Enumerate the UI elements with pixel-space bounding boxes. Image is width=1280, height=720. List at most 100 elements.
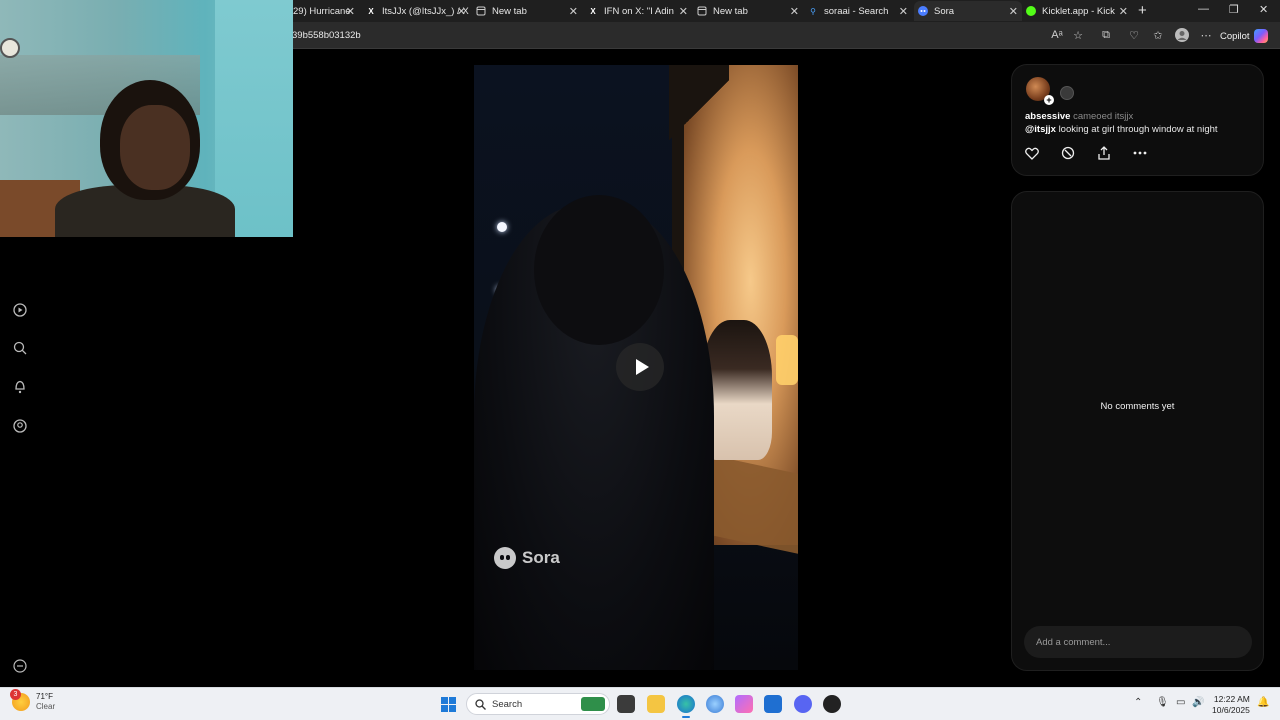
video-window-frame-diagonal bbox=[669, 65, 729, 155]
heart-icon[interactable] bbox=[1024, 145, 1040, 161]
chevron-up-icon[interactable]: ⌃ bbox=[1134, 697, 1142, 708]
design-app-icon[interactable] bbox=[735, 695, 753, 713]
cameo-line: absessive cameoed itsjjx bbox=[1025, 111, 1133, 122]
copilot-label: Copilot bbox=[1220, 30, 1250, 42]
app-icon[interactable] bbox=[706, 695, 724, 713]
remix-icon[interactable] bbox=[1060, 145, 1076, 161]
tab-sora[interactable]: Sora ✕ bbox=[914, 1, 1022, 21]
share-icon[interactable] bbox=[1096, 145, 1112, 161]
tab-title: Kicklet.app - Kick C bbox=[1042, 5, 1118, 17]
play-icon bbox=[635, 359, 649, 375]
mention-link[interactable]: @itsjjx bbox=[1025, 124, 1056, 135]
windows-logo-tile bbox=[449, 697, 456, 704]
comments-panel: No comments yet bbox=[1011, 191, 1264, 671]
close-icon[interactable]: ✕ bbox=[346, 5, 355, 18]
close-window-button[interactable]: ✕ bbox=[1259, 3, 1268, 16]
weather-temp: 71°F bbox=[36, 692, 53, 701]
tab-title: New tab bbox=[713, 5, 748, 17]
close-icon[interactable]: ✕ bbox=[1009, 5, 1018, 18]
video-player[interactable]: Sora bbox=[474, 65, 798, 670]
kicklet-icon bbox=[1026, 6, 1036, 16]
username-link[interactable]: absessive bbox=[1025, 111, 1070, 122]
clock-time: 12:22 AM bbox=[1213, 694, 1250, 704]
video-streetlight bbox=[497, 222, 507, 232]
profile-avatar-icon[interactable] bbox=[1175, 28, 1189, 42]
windows-logo-tile bbox=[441, 697, 448, 704]
tab-new-tab-1[interactable]: New tab ✕ bbox=[476, 1, 582, 21]
more-icon[interactable] bbox=[12, 658, 28, 674]
post-caption: @itsjjx looking at girl through window a… bbox=[1025, 124, 1218, 135]
bell-icon[interactable] bbox=[12, 378, 28, 394]
close-icon[interactable]: ✕ bbox=[790, 5, 799, 18]
edge-icon[interactable] bbox=[677, 695, 695, 718]
tab-itsjjx-x[interactable]: X ItsJJx (@ItsJJx_) / X ✕ bbox=[366, 1, 470, 21]
task-view-icon[interactable] bbox=[617, 695, 635, 713]
no-comments-text: No comments yet bbox=[1100, 401, 1175, 412]
tab-title: 29) Hurricane bbox=[293, 5, 351, 17]
video-man-head bbox=[534, 195, 664, 345]
system-clock[interactable]: 12:22 AM 10/6/2025 bbox=[1212, 694, 1250, 716]
obs-icon[interactable] bbox=[823, 695, 841, 713]
extensions-icon[interactable]: ⧉ bbox=[1099, 28, 1113, 42]
read-aloud-icon[interactable]: Aᵃ bbox=[1050, 28, 1064, 42]
webcam-clock bbox=[0, 38, 20, 58]
search-highlight-icon bbox=[581, 697, 605, 711]
more-icon[interactable] bbox=[1132, 145, 1148, 161]
tab-new-tab-2[interactable]: New tab ✕ bbox=[697, 1, 803, 21]
microphone-icon[interactable]: 🎙 bbox=[1156, 697, 1169, 708]
close-icon[interactable]: ✕ bbox=[569, 5, 578, 18]
search-icon: ⚲ bbox=[810, 6, 816, 16]
minimize-button[interactable]: — bbox=[1198, 3, 1209, 15]
discord-icon[interactable] bbox=[794, 695, 812, 713]
tab-title: ItsJJx (@ItsJJx_) / X bbox=[382, 5, 469, 17]
sora-watermark-text: Sora bbox=[522, 548, 560, 567]
tab-title: IFN on X: "I Adin R bbox=[604, 5, 674, 17]
close-icon[interactable]: ✕ bbox=[457, 5, 466, 18]
follow-plus-icon[interactable]: + bbox=[1044, 95, 1054, 105]
post-info-panel: + absessive cameoed itsjjx @itsjjx looki… bbox=[1011, 64, 1264, 176]
cameo-avatar[interactable] bbox=[1060, 86, 1074, 100]
file-explorer-icon[interactable] bbox=[647, 695, 665, 713]
restore-button[interactable]: ❐ bbox=[1229, 3, 1239, 16]
webcam-overlay bbox=[0, 0, 293, 237]
close-icon[interactable]: ✕ bbox=[1119, 5, 1128, 18]
copilot-button[interactable]: Copilot bbox=[1220, 28, 1268, 44]
sora-logo-icon bbox=[494, 547, 516, 569]
tab-kicklet[interactable]: Kicklet.app - Kick C ✕ bbox=[1026, 1, 1132, 21]
play-icon[interactable] bbox=[12, 302, 28, 318]
notification-badge: 3 bbox=[10, 689, 21, 700]
newtab-icon bbox=[697, 6, 707, 16]
browser-essentials-icon[interactable]: ♡ bbox=[1127, 28, 1141, 42]
tab-hurricane[interactable]: 29) Hurricane ✕ bbox=[293, 1, 359, 21]
sora-watermark: Sora bbox=[494, 547, 560, 569]
settings-more-icon[interactable]: ⋯ bbox=[1199, 28, 1213, 42]
tab-ifn-x[interactable]: X IFN on X: "I Adin R ✕ bbox=[588, 1, 692, 21]
caption-text: looking at girl through window at night bbox=[1058, 124, 1218, 135]
copilot-icon bbox=[1253, 29, 1268, 43]
search-icon[interactable] bbox=[12, 340, 28, 356]
close-icon[interactable]: ✕ bbox=[899, 5, 908, 18]
play-button[interactable] bbox=[616, 343, 664, 391]
notification-bell-icon[interactable]: 🔔 bbox=[1257, 697, 1269, 708]
start-button[interactable] bbox=[441, 697, 456, 712]
search-icon bbox=[475, 698, 486, 710]
profile-icon[interactable] bbox=[12, 418, 28, 434]
store-icon[interactable] bbox=[764, 695, 782, 713]
favorites-icon[interactable]: ✩ bbox=[1151, 28, 1165, 42]
volume-icon[interactable]: 🔊 bbox=[1192, 697, 1204, 708]
weather-widget[interactable]: 3 71°F Clear bbox=[10, 689, 55, 712]
new-tab-button[interactable]: + bbox=[1138, 2, 1147, 19]
tab-soraai-search[interactable]: ⚲ soraai - Search ✕ bbox=[808, 1, 912, 21]
webcam-person-face bbox=[120, 105, 190, 190]
close-icon[interactable]: ✕ bbox=[679, 5, 688, 18]
tab-title: soraai - Search bbox=[824, 5, 889, 17]
tab-title: Sora bbox=[934, 5, 955, 17]
sora-icon bbox=[918, 6, 928, 16]
network-icon[interactable]: ▭ bbox=[1176, 697, 1185, 708]
favorite-star-icon[interactable]: ☆ bbox=[1071, 28, 1085, 42]
taskbar-search[interactable]: Search bbox=[466, 693, 610, 715]
url-field[interactable]: 39b558b03132b bbox=[292, 30, 361, 41]
comment-input[interactable] bbox=[1024, 626, 1252, 658]
tab-title: New tab bbox=[492, 5, 527, 17]
windows-logo-tile bbox=[441, 705, 448, 712]
